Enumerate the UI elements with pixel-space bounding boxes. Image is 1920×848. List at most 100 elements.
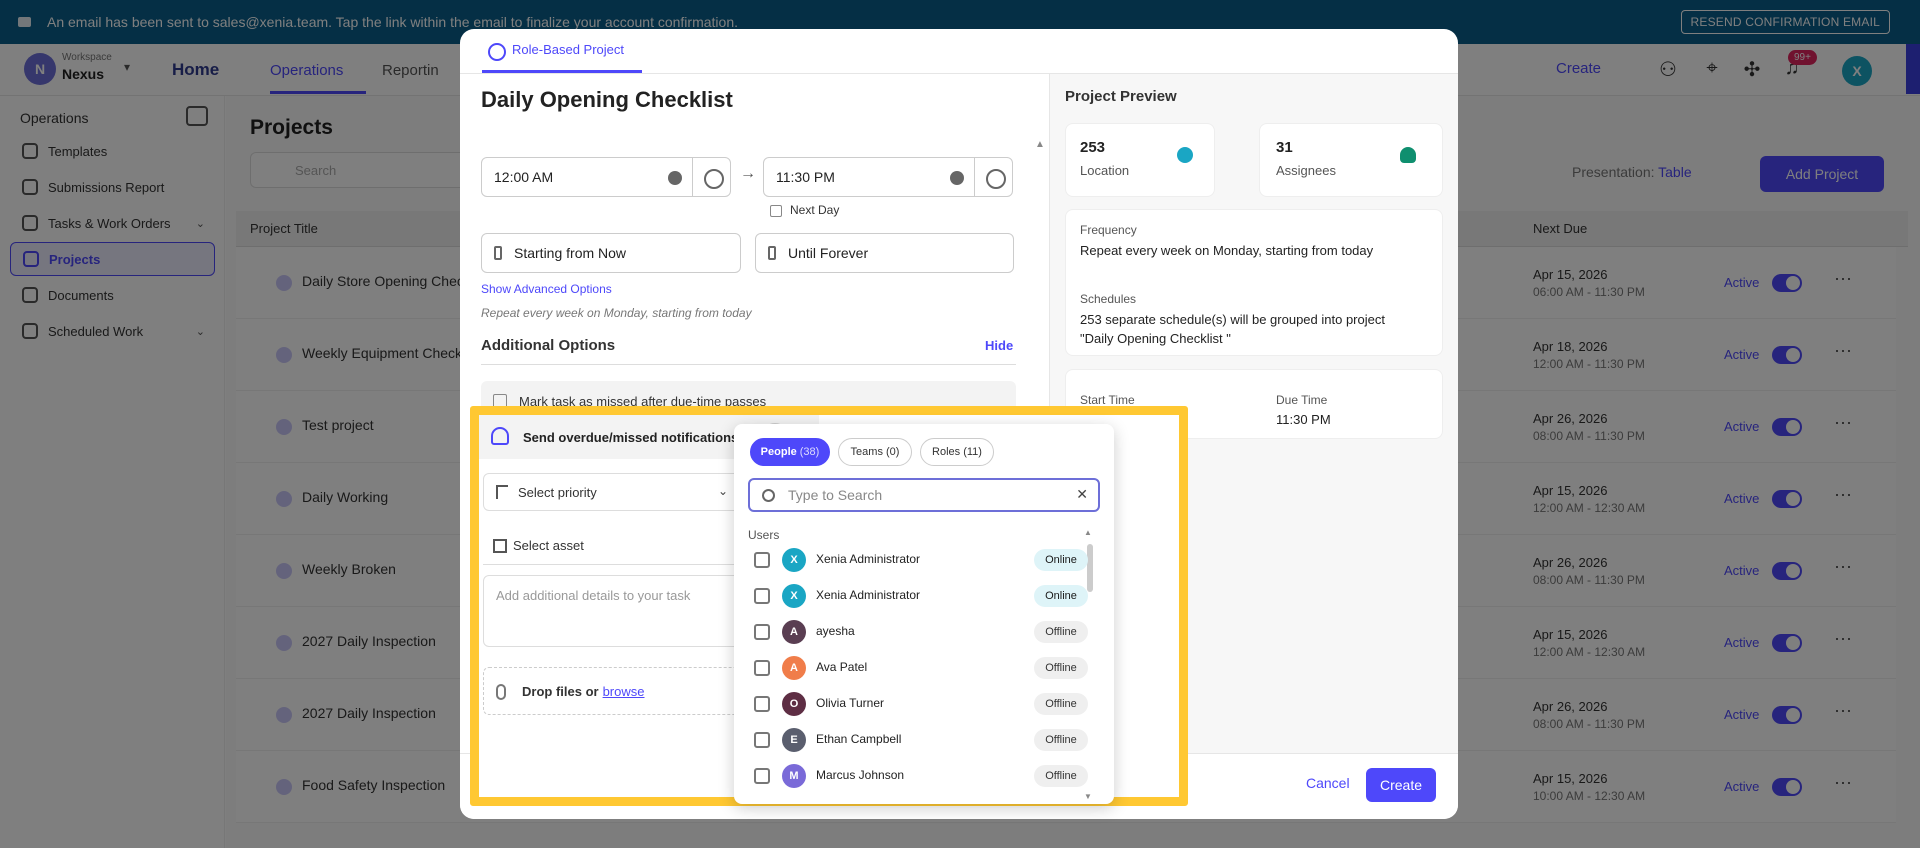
user-list-item[interactable]: A Ava Patel Offline — [748, 650, 1088, 686]
tab-teams[interactable]: Teams (0) — [838, 438, 912, 466]
clock-icon[interactable] — [692, 158, 730, 196]
due-time-value: 11:30 PM — [1276, 412, 1331, 427]
users-section-label: Users — [748, 528, 780, 542]
starting-field[interactable]: Starting from Now — [481, 233, 741, 273]
clock-icon[interactable] — [974, 158, 1012, 196]
status-badge: Online — [1034, 549, 1088, 571]
end-time-field[interactable]: 11:30 PM — [763, 157, 1013, 197]
status-badge: Online — [1034, 585, 1088, 607]
user-list-item[interactable]: X Xenia Administrator Online — [748, 542, 1088, 578]
bell-icon — [491, 427, 509, 445]
status-badge: Offline — [1034, 693, 1088, 715]
user-name: Ethan Campbell — [816, 732, 902, 746]
due-time-label: Due Time — [1276, 393, 1328, 407]
assignee-label: Assignees — [1276, 163, 1336, 178]
scroll-up-icon[interactable]: ▲ — [1035, 139, 1045, 150]
user-checkbox[interactable] — [754, 624, 770, 640]
clear-icon[interactable] — [950, 171, 964, 185]
tab-people[interactable]: People (38) — [750, 438, 830, 466]
status-badge: Offline — [1034, 765, 1088, 787]
arrow-right-icon: → — [740, 165, 756, 182]
user-name: Ava Patel — [816, 660, 868, 674]
location-label: Location — [1080, 163, 1130, 178]
tab-roles[interactable]: Roles (11) — [920, 438, 994, 466]
avatar: E — [782, 728, 806, 752]
status-badge: Offline — [1034, 729, 1088, 751]
search-icon — [762, 489, 775, 502]
create-button[interactable]: Create — [1366, 768, 1436, 802]
start-time-field[interactable]: 12:00 AM — [481, 157, 731, 197]
chevron-down-icon[interactable]: ⌄ — [718, 484, 728, 498]
asset-placeholder: Select asset — [513, 538, 584, 553]
user-name: Xenia Administrator — [816, 588, 921, 602]
preview-title: Project Preview — [1065, 88, 1177, 105]
browse-link[interactable]: browse — [603, 684, 645, 699]
status-badge: Offline — [1034, 621, 1088, 643]
user-list-item[interactable]: Aayesha Offline — [748, 614, 1088, 650]
search-placeholder: Type to Search — [788, 487, 883, 503]
close-icon[interactable]: ✕ — [1076, 486, 1088, 503]
user-list-item[interactable]: E Ethan Campbell Offline — [748, 722, 1088, 758]
priority-placeholder: Select priority — [518, 484, 597, 500]
show-advanced-link[interactable]: Show Advanced Options — [481, 282, 612, 296]
frequency-label: Frequency — [1080, 223, 1137, 237]
hide-link[interactable]: Hide — [985, 338, 1013, 353]
send-notifications-label: Send overdue/missed notifications to: — [523, 429, 759, 445]
avatar: A — [782, 656, 806, 680]
end-time-value: 11:30 PM — [776, 169, 835, 185]
avatar: X — [782, 548, 806, 572]
hourglass-icon — [768, 246, 776, 260]
user-name: Xenia Administrator — [816, 552, 921, 566]
people-count: (38) — [799, 446, 820, 458]
next-day-checkbox[interactable] — [770, 205, 782, 217]
user-name: ayesha — [816, 624, 855, 638]
highlight-region: Send overdue/missed notifications to: + … — [470, 406, 1188, 806]
assignee-count: 31 — [1276, 139, 1293, 156]
people-icon — [1400, 147, 1416, 163]
location-pin-icon — [1177, 147, 1193, 163]
asset-icon — [493, 538, 507, 553]
cancel-button[interactable]: Cancel — [1306, 775, 1350, 791]
project-name-title[interactable]: Daily Opening Checklist — [481, 87, 733, 113]
schedules-label: Schedules — [1080, 292, 1137, 306]
avatar: X — [782, 584, 806, 608]
user-list-item[interactable]: O Olivia Turner Offline — [748, 686, 1088, 722]
user-list-item[interactable]: M Marcus Johnson Offline — [748, 758, 1088, 794]
hourglass-icon — [494, 246, 502, 260]
start-time-value: 12:00 AM — [494, 169, 554, 185]
frequency-value: Repeat every week on Monday, starting fr… — [1080, 243, 1374, 258]
starting-value: Starting from Now — [514, 245, 627, 261]
schedules-project: "Daily Opening Checklist " — [1080, 331, 1231, 346]
user-checkbox[interactable] — [754, 660, 770, 676]
location-card — [1065, 123, 1215, 197]
priority-select[interactable]: Select priority ⌄ — [483, 473, 741, 511]
location-count: 253 — [1080, 139, 1106, 156]
additional-options-heading: Additional Options — [481, 337, 616, 354]
user-name: Marcus Johnson — [816, 768, 905, 782]
user-checkbox[interactable] — [754, 732, 770, 748]
clear-icon[interactable] — [668, 171, 682, 185]
drop-files-label: Drop files or — [522, 683, 599, 699]
avatar: O — [782, 692, 806, 716]
user-name: Olivia Turner — [816, 696, 885, 710]
user-checkbox[interactable] — [754, 552, 770, 568]
start-time-label: Start Time — [1080, 393, 1135, 407]
until-field[interactable]: Until Forever — [755, 233, 1014, 273]
repeat-note: Repeat every week on Monday, starting fr… — [481, 306, 752, 320]
assignee-dropdown: People (38) Teams (0) Roles (11) Type to … — [734, 424, 1114, 804]
divider — [481, 364, 1016, 365]
people-label: People — [760, 446, 797, 458]
tab-role-based-project[interactable]: Role-Based Project — [482, 29, 642, 73]
dropdown-search-input[interactable]: Type to Search ✕ — [748, 478, 1100, 512]
scroll-up-icon[interactable]: ▲ — [1084, 528, 1092, 537]
flag-icon — [496, 485, 508, 499]
avatar: A — [782, 620, 806, 644]
user-list-item[interactable]: X Xenia Administrator Online — [748, 578, 1088, 614]
user-checkbox[interactable] — [754, 588, 770, 604]
next-day-label: Next Day — [790, 203, 840, 217]
user-checkbox[interactable] — [754, 768, 770, 784]
schedules-value: 253 separate schedule(s) will be grouped… — [1080, 312, 1385, 327]
user-checkbox[interactable] — [754, 696, 770, 712]
until-value: Until Forever — [788, 245, 869, 261]
avatar: M — [782, 764, 806, 788]
